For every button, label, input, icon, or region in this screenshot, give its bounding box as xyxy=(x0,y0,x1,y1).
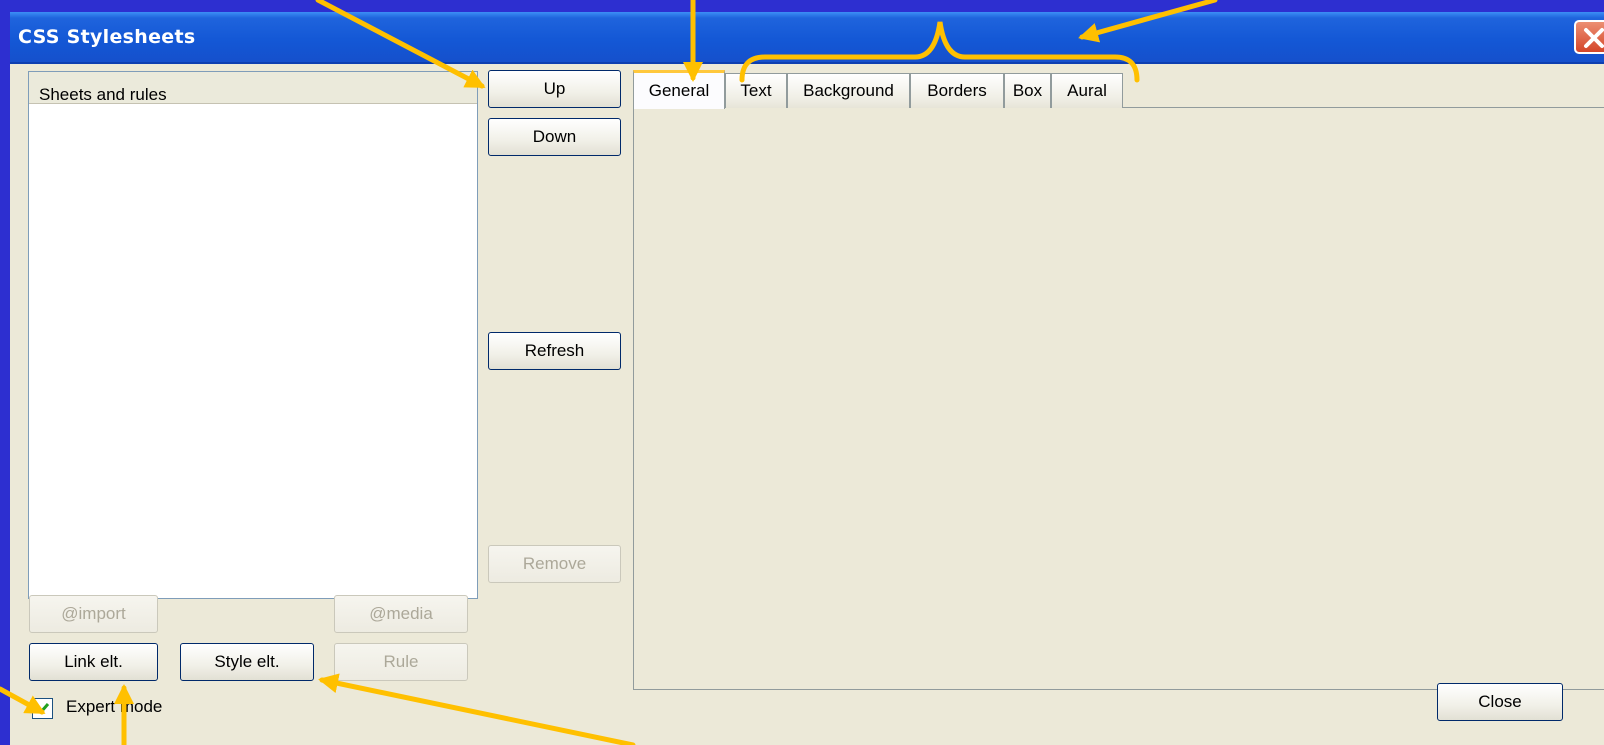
remove-button[interactable]: Remove xyxy=(488,545,621,583)
css-stylesheets-dialog: CSS Stylesheets Sheets and rules Up Down… xyxy=(10,12,1604,745)
sheets-rules-list[interactable]: Sheets and rules xyxy=(28,71,478,599)
link-element-button[interactable]: Link elt. xyxy=(29,643,158,681)
window-close-icon[interactable] xyxy=(1574,20,1604,54)
close-button[interactable]: Close xyxy=(1437,683,1563,721)
rule-button[interactable]: Rule xyxy=(334,643,468,681)
title-bar[interactable]: CSS Stylesheets xyxy=(10,12,1604,64)
import-button[interactable]: @import xyxy=(29,595,158,633)
tab-borders[interactable]: Borders xyxy=(910,73,1004,108)
media-button[interactable]: @media xyxy=(334,595,468,633)
tab-general[interactable]: General xyxy=(633,70,725,109)
properties-tab-panel xyxy=(633,107,1604,690)
expert-mode-label: Expert mode xyxy=(66,697,163,716)
window-title: CSS Stylesheets xyxy=(18,26,196,48)
tab-box[interactable]: Box xyxy=(1004,73,1051,108)
tab-background[interactable]: Background xyxy=(787,73,910,108)
style-element-button[interactable]: Style elt. xyxy=(180,643,314,681)
list-header: Sheets and rules xyxy=(29,72,477,104)
down-button[interactable]: Down xyxy=(488,118,621,156)
checkmark-icon xyxy=(35,703,50,715)
up-button[interactable]: Up xyxy=(488,70,621,108)
refresh-button[interactable]: Refresh xyxy=(488,332,621,370)
expert-mode-checkbox[interactable] xyxy=(32,698,53,719)
tab-text[interactable]: Text xyxy=(725,73,787,108)
tab-aural[interactable]: Aural xyxy=(1051,73,1123,108)
